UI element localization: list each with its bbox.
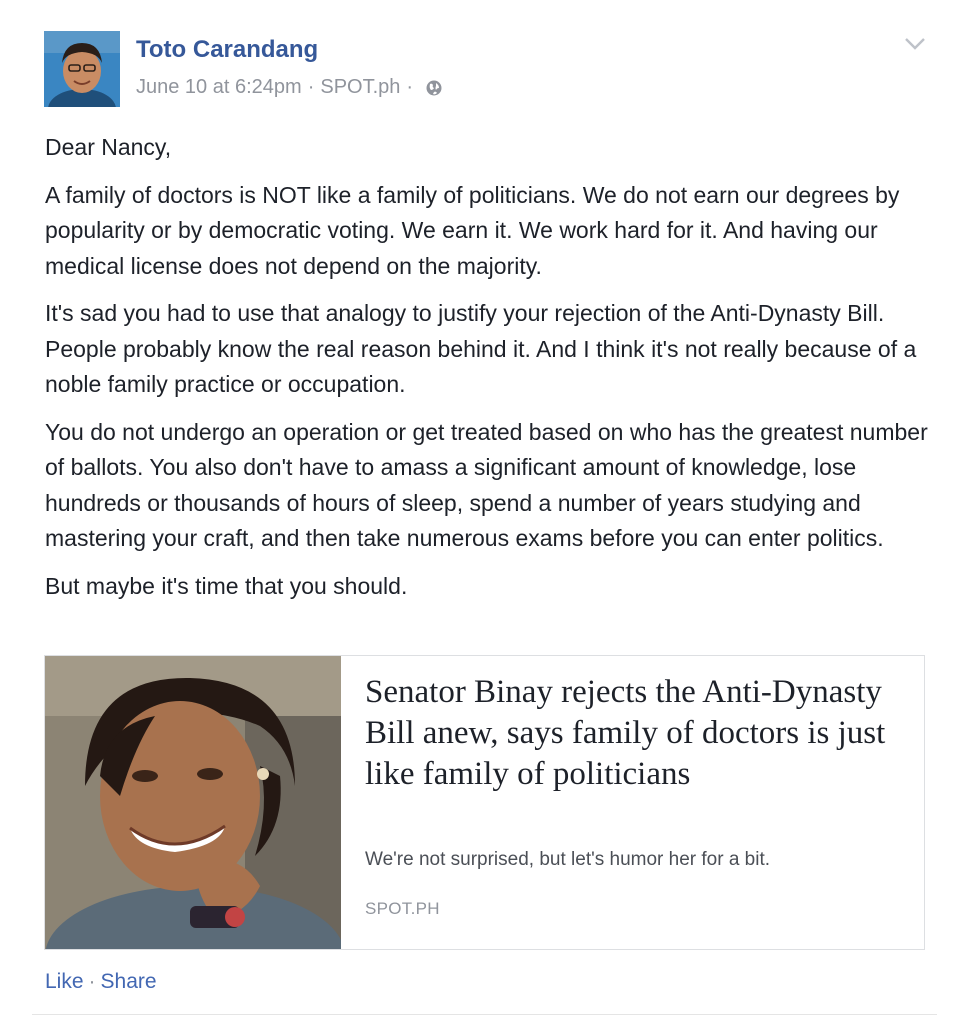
meta-separator-2: · xyxy=(406,76,414,98)
post-timestamp[interactable]: June 10 at 6:24pm xyxy=(136,76,302,99)
author-name[interactable]: Toto Carandang xyxy=(136,36,318,64)
post-meta: June 10 at 6:24pm · SPOT.ph · xyxy=(136,76,443,99)
facebook-post: Toto Carandang June 10 at 6:24pm · SPOT.… xyxy=(0,0,964,1024)
post-actions: Like · Share xyxy=(45,970,157,994)
avatar-photo xyxy=(44,31,120,107)
link-preview-card[interactable]: Senator Binay rejects the Anti-Dynasty B… xyxy=(44,655,925,950)
globe-icon[interactable] xyxy=(425,79,443,97)
link-preview-description: We're not surprised, but let's humor her… xyxy=(365,849,771,870)
post-source[interactable]: SPOT.ph xyxy=(320,76,400,99)
post-body: Dear Nancy, A family of doctors is NOT l… xyxy=(45,130,935,616)
link-preview-title[interactable]: Senator Binay rejects the Anti-Dynasty B… xyxy=(365,672,905,795)
meta-separator: · xyxy=(307,76,315,98)
post-paragraph-closing: But maybe it's time that you should. xyxy=(45,572,408,599)
like-button[interactable]: Like xyxy=(45,970,84,993)
post-paragraph-greeting: Dear Nancy, xyxy=(45,134,172,160)
link-preview-domain: SPOT.PH xyxy=(365,899,440,918)
post-paragraph: You do not undergo an operation or get t… xyxy=(45,418,928,552)
post-paragraph: A family of doctors is NOT like a family… xyxy=(45,181,900,279)
author-avatar[interactable] xyxy=(44,31,120,107)
action-separator: · xyxy=(88,970,96,993)
link-preview-image[interactable] xyxy=(45,656,341,949)
post-paragraph: It's sad you had to use that analogy to … xyxy=(45,300,917,397)
share-button[interactable]: Share xyxy=(101,970,157,993)
post-divider xyxy=(32,1014,937,1015)
chevron-down-icon[interactable] xyxy=(904,36,926,52)
